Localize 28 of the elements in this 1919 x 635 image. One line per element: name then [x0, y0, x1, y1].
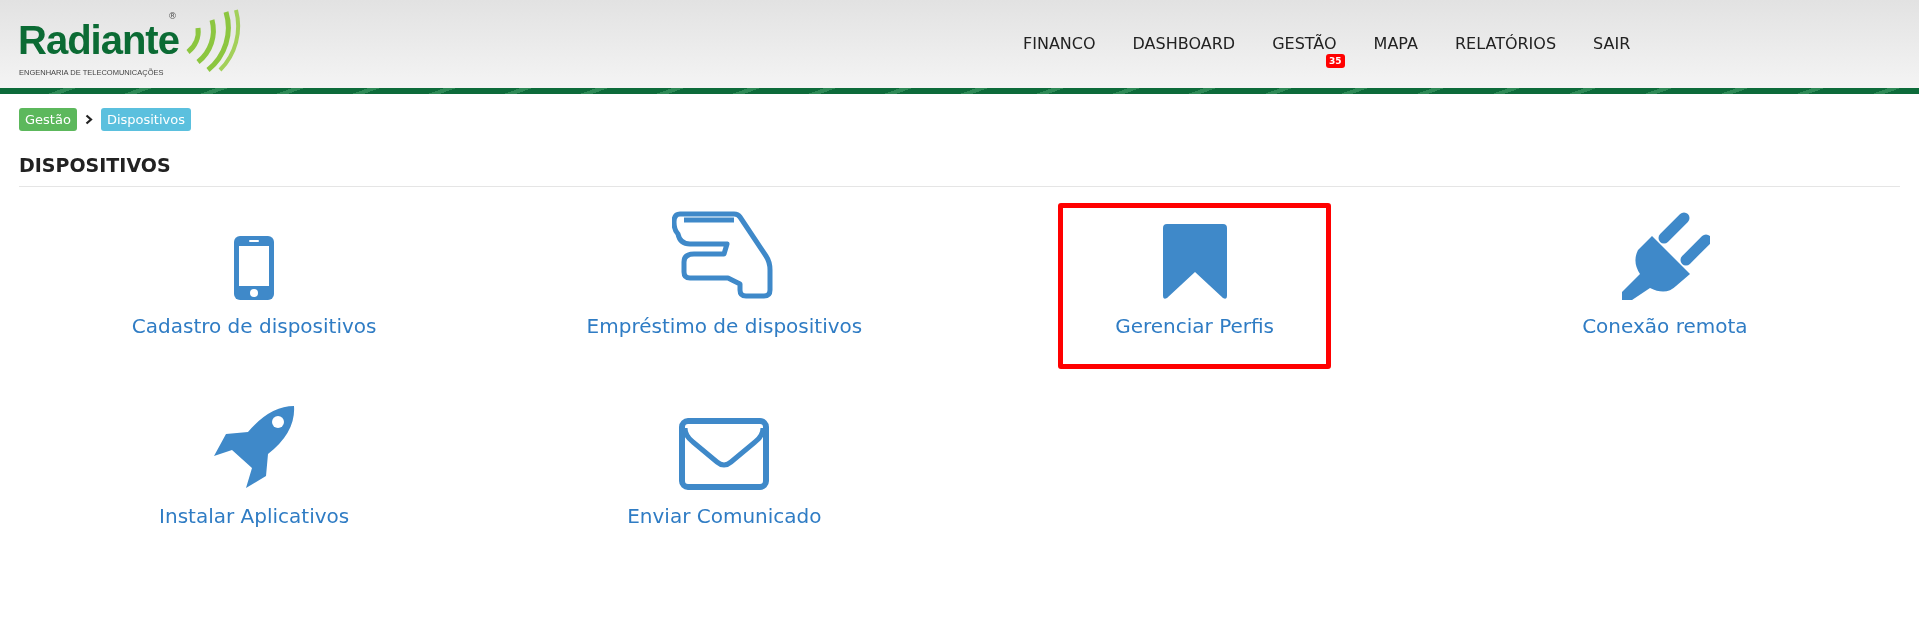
nav-link[interactable]: FINANCO [1023, 34, 1096, 53]
logo-wordmark: Radiante [18, 20, 179, 60]
rocket-icon [212, 405, 297, 490]
tile-label: Conexão remota [1582, 315, 1748, 336]
nav-link[interactable]: SAIR [1593, 34, 1631, 53]
chevron-icon [84, 114, 93, 125]
bookmark-icon [1162, 223, 1227, 300]
phone-icon [234, 235, 275, 300]
menu-tile[interactable]: Enviar Comunicado [587, 392, 861, 559]
tile-label: Gerenciar Perfis [1115, 315, 1275, 336]
notification-badge: 35 [1326, 54, 1345, 68]
tile-label: Instalar Aplicativos [159, 505, 350, 526]
menu-tile[interactable]: Conexão remota [1528, 202, 1802, 369]
registered-mark: ® [168, 12, 177, 21]
nav-link[interactable]: MAPA [1373, 34, 1418, 53]
menu-tile[interactable]: Cadastro de dispositivos [117, 202, 391, 369]
nav-link[interactable]: GESTÃO [1272, 34, 1337, 53]
menu-tile[interactable]: Instalar Aplicativos [117, 392, 391, 559]
page-title: DISPOSITIVOS [19, 153, 172, 178]
menu-tile[interactable]: Empréstimo de dispositivos [587, 202, 861, 369]
tile-label: Cadastro de dispositivos [131, 315, 377, 336]
breadcrumb-link[interactable]: Gestão [19, 108, 77, 131]
nav-link[interactable]: RELATÓRIOS [1454, 34, 1557, 53]
menu-tile[interactable]: Gerenciar Perfis [1058, 202, 1332, 369]
tile-label: Enviar Comunicado [627, 505, 822, 526]
tile-label: Empréstimo de dispositivos [586, 315, 863, 336]
envelope-icon [679, 417, 770, 490]
nav-link[interactable]: DASHBOARD [1132, 34, 1236, 53]
